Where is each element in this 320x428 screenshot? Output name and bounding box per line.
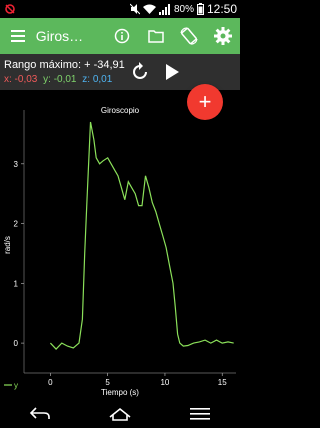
menu-lines-icon [190,408,210,420]
battery-icon [196,3,204,15]
x-tick-label: 5 [105,378,110,387]
home-button[interactable] [100,400,140,428]
settings-button[interactable] [206,18,240,54]
chart-grid [23,110,236,374]
home-icon [109,407,131,421]
overview-button[interactable] [180,400,220,428]
back-icon [29,407,50,419]
navigation-bar [0,400,240,428]
y-axis-label: rad/s [3,236,12,254]
y-tick-label: 1 [14,279,19,288]
folder-icon [147,30,164,43]
menu-button[interactable] [0,18,36,54]
gyroscope-chart: 0 1 2 3 0 5 10 15 Giroscopio Tiempo (s) rad/s y [3,106,236,397]
x-axis-label: Tiempo (s) [101,388,139,397]
legend-label: y [14,381,18,390]
series-line-y [49,121,234,350]
z-readout: z: 0,01 [82,74,113,85]
x-tick-label: 0 [48,378,53,387]
add-button[interactable]: + [187,84,223,120]
back-button[interactable] [20,400,60,428]
mute-icon [129,3,140,15]
x-readout: x: -0,03 [4,74,38,85]
gear-icon [214,27,233,45]
notification-icon [5,4,15,14]
chart-ticks: 0 1 2 3 0 5 10 15 [14,160,228,387]
clock: 12:50 [206,2,237,16]
y-readout: y: -0,01 [43,74,77,85]
signal-icon [158,3,170,15]
rotate-button[interactable] [173,18,207,54]
status-bar: 80% 12:50 [0,0,240,18]
battery-percent: 80% [173,3,194,15]
max-range-label: Rango máximo: + -34,91 [4,59,125,71]
axis-readouts: x: -0,03 y: -0,01 z: 0,01 [4,74,115,85]
y-tick-label: 2 [14,220,19,229]
folder-button[interactable] [139,18,173,54]
page-title: Giros… [35,28,84,44]
y-tick-label: 3 [14,160,19,169]
x-tick-label: 15 [218,378,227,387]
reset-icon[interactable] [128,60,152,84]
toolbar: Giros… [0,18,240,54]
x-tick-label: 10 [160,378,169,387]
wifi-icon [142,4,156,14]
menu-icon [10,30,25,42]
play-icon[interactable] [160,60,184,84]
info-button[interactable] [105,18,139,54]
rotate-icon [180,27,199,45]
y-tick-label: 0 [14,339,19,348]
chart-title: Giroscopio [101,106,140,115]
info-icon [114,28,130,44]
